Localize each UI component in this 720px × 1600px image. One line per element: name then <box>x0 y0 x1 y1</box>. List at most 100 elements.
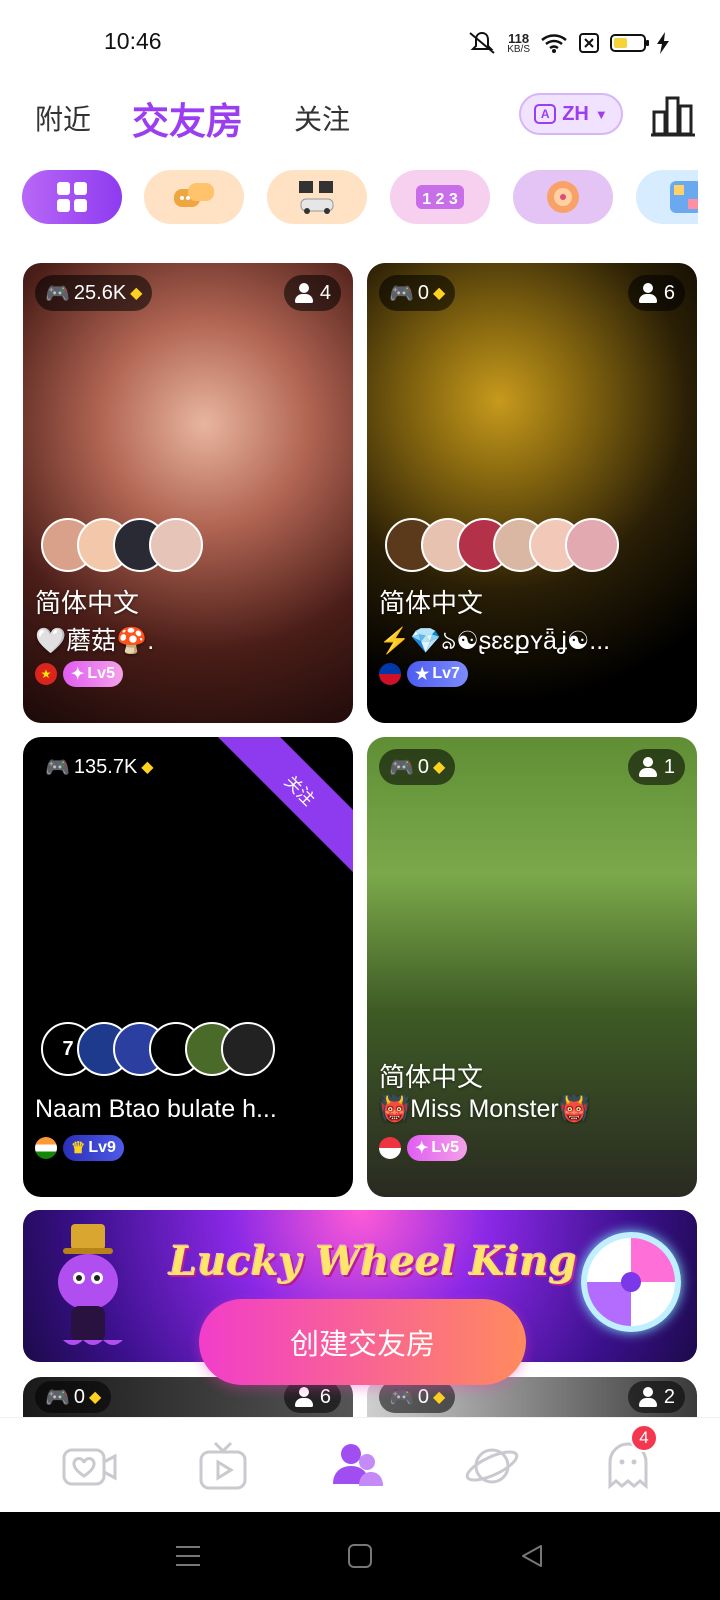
tab-rooms[interactable]: 交友房 <box>132 88 243 148</box>
star-icon: ★ <box>415 666 430 683</box>
diamond-icon: ◆ <box>141 759 154 776</box>
room-stat: 🎮 0 ◆ <box>35 1381 112 1413</box>
nav-rooms[interactable] <box>325 1436 389 1496</box>
menu-icon <box>176 1546 200 1566</box>
level-badge: ★ Lv7 <box>407 661 468 687</box>
gamepad-icon: 🎮 <box>45 282 70 305</box>
ranking-icon[interactable] <box>650 92 696 138</box>
tab-follow[interactable]: 关注 <box>294 88 350 148</box>
board-game-icon <box>670 181 698 213</box>
users-icon <box>294 283 316 303</box>
room-stat: 🎮 135.7K ◆ <box>35 749 164 785</box>
menu-button[interactable] <box>168 1536 208 1576</box>
host-meta: ★ ✦ Lv5 <box>35 661 123 687</box>
room-user-count: 6 <box>627 275 685 311</box>
diamond-icon: ◆ <box>433 759 446 776</box>
users-icon <box>638 283 660 303</box>
gamepad-icon: 🎮 <box>389 282 414 305</box>
notification-badge: 4 <box>630 1424 658 1452</box>
users-icon <box>294 1387 316 1407</box>
system-nav-bar <box>0 1512 720 1600</box>
room-language: 简体中文 <box>35 589 140 619</box>
host-meta: ★ Lv7 <box>379 661 468 687</box>
svg-text:1 2 3: 1 2 3 <box>422 191 458 208</box>
room-language: 简体中文 <box>379 589 484 619</box>
gamepad-icon: 🎮 <box>45 756 70 779</box>
india-flag-icon <box>35 1137 57 1159</box>
member-avatars: 7 <box>41 1022 275 1076</box>
chip-board-game[interactable] <box>636 170 698 224</box>
bottom-nav: 4 <box>0 1417 720 1512</box>
room-stat: 🎮 0 ◆ <box>379 275 456 311</box>
language-button[interactable]: A ZH ▼ <box>519 93 623 135</box>
nav-messages[interactable]: 4 <box>596 1424 660 1496</box>
room-stat: 🎮 0 ◆ <box>379 749 456 785</box>
chip-race[interactable] <box>267 170 367 224</box>
back-button[interactable] <box>512 1536 552 1576</box>
planet-icon <box>465 1448 519 1484</box>
diamond-icon: ◆ <box>433 1389 446 1406</box>
room-card[interactable]: 🎮 0 ◆ 1 简体中文 👹Miss Monster👹 ✦ Lv5 <box>367 737 697 1197</box>
top-nav: 附近 交友房 关注 A ZH ▼ <box>0 88 720 148</box>
grid-icon <box>57 182 87 212</box>
room-card[interactable]: 🎮 25.6K ◆ 4 简体中文 🤍蘑菇🍄. ★ ✦ Lv5 <box>23 263 353 723</box>
singapore-flag-icon <box>379 1137 401 1159</box>
sparkle-icon: ✦ <box>71 666 85 683</box>
avatar <box>565 518 619 572</box>
users-group-icon <box>333 1444 383 1486</box>
chip-wheel[interactable] <box>513 170 613 224</box>
network-speed: 118 KB/S <box>507 30 530 55</box>
diamond-icon: ◆ <box>130 285 143 302</box>
diamond-icon: ◆ <box>89 1389 102 1406</box>
diamond-icon: ◆ <box>433 285 446 302</box>
room-stat: 🎮 0 ◆ <box>379 1381 456 1413</box>
vietnam-flag-icon: ★ <box>35 663 57 685</box>
sim-off-icon <box>579 33 599 53</box>
avatar <box>149 518 203 572</box>
home-button[interactable] <box>340 1536 380 1576</box>
race-flags-icon <box>299 181 334 214</box>
room-name: 🤍蘑菇🍄. <box>35 627 155 655</box>
room-name: ⚡💎ঌ☯ʂɛɛքʏǟʝ☯... <box>379 627 611 655</box>
users-icon <box>638 1387 660 1407</box>
room-name: Naam Btao bulate h... <box>35 1095 277 1123</box>
host-meta: ✦ Lv5 <box>379 1135 467 1161</box>
nav-explore[interactable] <box>460 1436 524 1496</box>
gamepad-icon: 🎮 <box>389 1386 414 1409</box>
avatar <box>221 1022 275 1076</box>
follow-ribbon: 关注 <box>214 737 353 876</box>
nav-tv[interactable] <box>191 1436 255 1496</box>
caret-down-icon: ▼ <box>594 106 608 122</box>
category-chips: 1 2 3 <box>22 170 698 226</box>
home-square-icon <box>348 1544 372 1568</box>
chip-all[interactable] <box>22 170 122 224</box>
room-card[interactable]: 🎮 135.7K ◆ 关注 7 Naam Btao bulate h... ♛ L… <box>23 737 353 1197</box>
create-room-button[interactable]: 创建交友房 <box>199 1299 526 1385</box>
level-badge: ♛ Lv9 <box>63 1135 124 1161</box>
charging-icon <box>657 32 669 54</box>
host-meta: ♛ Lv9 <box>35 1135 124 1161</box>
battery-icon <box>610 34 649 52</box>
tv-play-icon <box>199 1441 247 1490</box>
lucky-wheel-icon <box>581 1232 681 1332</box>
status-icons: 118 KB/S <box>467 30 670 56</box>
back-triangle-icon <box>522 1545 542 1567</box>
chip-chat[interactable] <box>144 170 244 224</box>
room-user-count: 4 <box>283 275 341 311</box>
chat-bubbles-icon <box>174 183 214 207</box>
philippines-flag-icon <box>379 663 401 685</box>
member-avatars <box>41 518 203 572</box>
language-label: ZH <box>562 102 589 125</box>
status-time: 10:46 <box>104 28 162 54</box>
room-card[interactable]: 🎮 0 ◆ 6 简体中文 ⚡💎ঌ☯ʂɛɛքʏǟʝ☯... ★ Lv7 <box>367 263 697 723</box>
gamepad-icon: 🎮 <box>45 1386 70 1409</box>
gamepad-icon: 🎮 <box>389 756 414 779</box>
room-user-count: 1 <box>627 749 685 785</box>
video-heart-icon <box>62 1448 117 1486</box>
mascot-icon <box>58 1224 123 1345</box>
tab-nearby[interactable]: 附近 <box>35 88 91 148</box>
level-badge: ✦ Lv5 <box>407 1135 467 1161</box>
nav-live[interactable] <box>58 1436 122 1496</box>
chip-numbers[interactable]: 1 2 3 <box>390 170 490 224</box>
room-language: 简体中文 <box>379 1063 484 1093</box>
